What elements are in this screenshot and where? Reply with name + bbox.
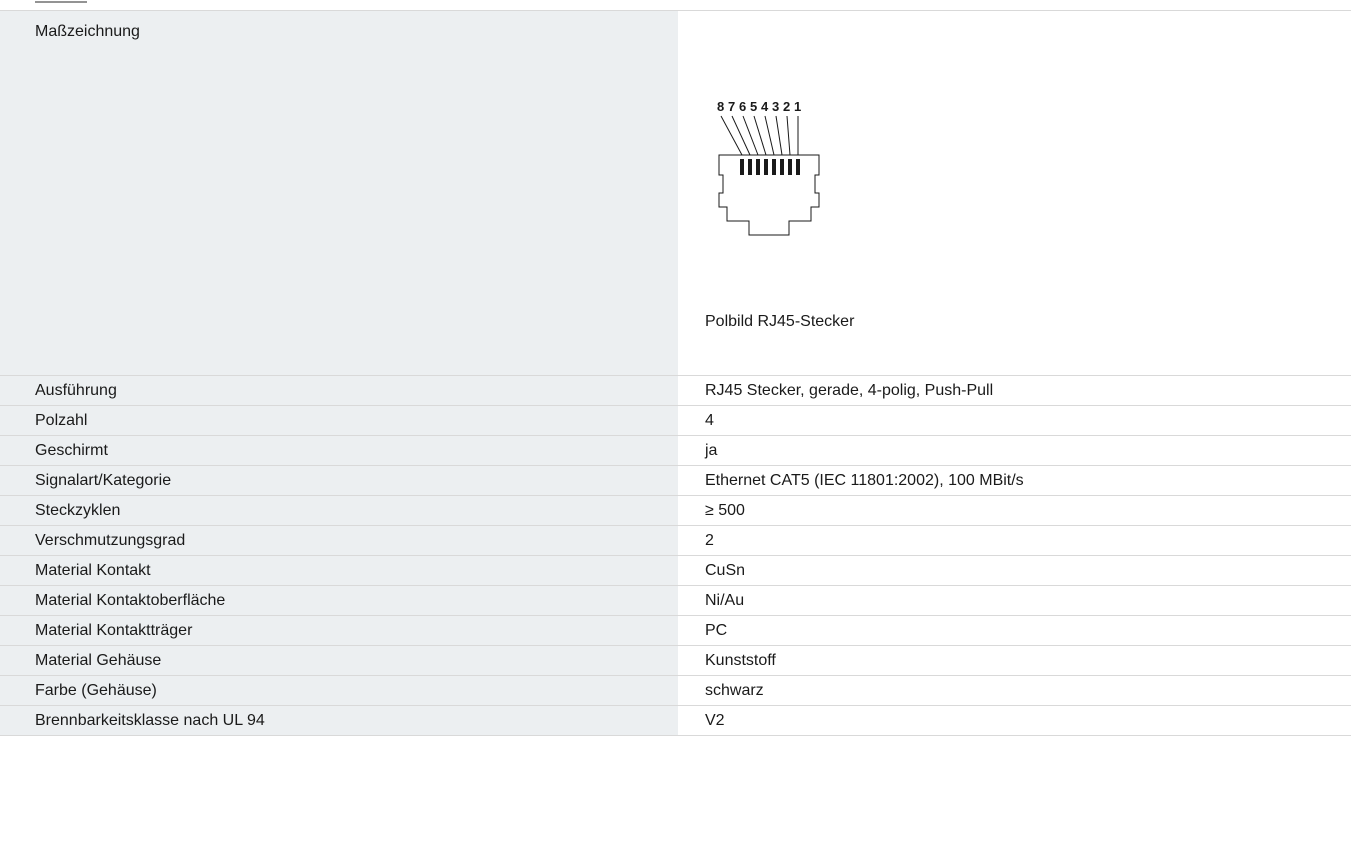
spec-value: 4 (678, 405, 1351, 436)
pin-contact (764, 159, 768, 175)
spec-label: Ausführung (0, 375, 678, 406)
spec-label: Brennbarkeitsklasse nach UL 94 (0, 705, 678, 736)
spec-row: Brennbarkeitsklasse nach UL 94 V2 (0, 705, 1351, 736)
spec-row: Polzahl 4 (0, 405, 1351, 436)
spec-value: ≥ 500 (678, 495, 1351, 526)
spec-value: V2 (678, 705, 1351, 736)
drawing-caption: Polbild RJ45-Stecker (705, 313, 855, 330)
pin-contact (788, 159, 792, 175)
spec-value: RJ45 Stecker, gerade, 4-polig, Push-Pull (678, 375, 1351, 406)
pin-number-label: 4 (761, 99, 769, 114)
spec-label: Polzahl (0, 405, 678, 436)
drawing-row: Maßzeichnung 87654321 Polbild RJ45-Steck… (0, 11, 1351, 376)
drawing-cell: 87654321 Polbild RJ45-Stecker (678, 11, 1351, 376)
spec-value: 2 (678, 525, 1351, 556)
pin-contact (748, 159, 752, 175)
spec-label: Farbe (Gehäuse) (0, 675, 678, 706)
pin-lead-line (764, 115, 775, 156)
spec-label: Material Kontaktoberfläche (0, 585, 678, 616)
pin-number-label: 3 (772, 99, 779, 114)
spec-label: Material Kontakt (0, 555, 678, 586)
spec-label: Material Gehäuse (0, 645, 678, 676)
pin-number-label: 7 (728, 99, 735, 114)
spec-value: Kunststoff (678, 645, 1351, 676)
pin-contact (780, 159, 784, 175)
pin-lead-line (731, 115, 751, 156)
spec-row: Material Kontaktträger PC (0, 615, 1351, 646)
spec-row: Geschirmt ja (0, 435, 1351, 466)
drawing-label: Maßzeichnung (0, 11, 678, 376)
pin-contact (796, 159, 800, 175)
rj45-pin-diagram: 87654321 (717, 99, 820, 236)
pin-number-label: 2 (783, 99, 790, 114)
spec-value: CuSn (678, 555, 1351, 586)
pin-lead-line (720, 115, 743, 156)
spec-row: Verschmutzungsgrad 2 (0, 525, 1351, 556)
spec-label: Verschmutzungsgrad (0, 525, 678, 556)
connector-outline (718, 154, 820, 236)
pin-number-label: 8 (717, 99, 724, 114)
spec-table: Maßzeichnung 87654321 Polbild RJ45-Steck… (0, 11, 1351, 736)
spec-label: Signalart/Kategorie (0, 465, 678, 496)
spec-row: Material Kontakt CuSn (0, 555, 1351, 586)
spec-row: Signalart/Kategorie Ethernet CAT5 (IEC 11… (0, 465, 1351, 496)
pin-number-label: 5 (750, 99, 757, 114)
pin-contact (772, 159, 776, 175)
pin-number-label: 6 (739, 99, 746, 114)
spec-row: Ausführung RJ45 Stecker, gerade, 4-polig,… (0, 375, 1351, 406)
spec-label: Geschirmt (0, 435, 678, 466)
spec-label: Steckzyklen (0, 495, 678, 526)
pin-contact (740, 159, 744, 175)
rj45-pinout-drawing: 87654321 Polbild RJ45-Stecker (705, 11, 1005, 375)
spec-value: PC (678, 615, 1351, 646)
pin-lead-line (786, 115, 791, 156)
pin-number-label: 1 (794, 99, 801, 114)
cropped-previous-row (35, 0, 95, 4)
spec-row: Farbe (Gehäuse) schwarz (0, 675, 1351, 706)
spec-row: Material Gehäuse Kunststoff (0, 645, 1351, 676)
spec-value: ja (678, 435, 1351, 466)
spec-value: schwarz (678, 675, 1351, 706)
pin-contact (756, 159, 760, 175)
spec-value: Ethernet CAT5 (IEC 11801:2002), 100 MBit… (678, 465, 1351, 496)
spec-value: Ni/Au (678, 585, 1351, 616)
spec-label: Material Kontaktträger (0, 615, 678, 646)
spec-row: Steckzyklen ≥ 500 (0, 495, 1351, 526)
pin-lead-line (775, 115, 783, 156)
spec-row: Material Kontaktoberfläche Ni/Au (0, 585, 1351, 616)
